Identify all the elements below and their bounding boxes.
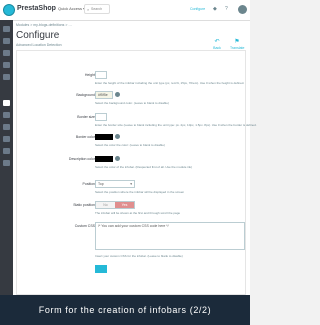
custom-css-help: Insert your custom CSS for the infobar. … xyxy=(95,254,183,258)
description-color-label: Description color xyxy=(68,157,95,161)
notifications-icon[interactable]: ◆ xyxy=(213,6,217,12)
color-picker-icon[interactable] xyxy=(115,134,120,139)
help-icon[interactable]: ? xyxy=(225,6,228,12)
description-color-help: Select the color of the infobar. (Respec… xyxy=(95,165,193,169)
border-color-swatch[interactable] xyxy=(95,134,113,140)
border-color-label: Border color xyxy=(75,135,95,139)
sidebar-item-modules[interactable] xyxy=(3,74,10,80)
brand-name: PrestaShop xyxy=(17,5,56,12)
top-link-configure[interactable]: Configure xyxy=(190,7,205,11)
back-icon: ↶ xyxy=(214,39,220,45)
avatar[interactable] xyxy=(238,5,247,14)
sidebar-item-design[interactable] xyxy=(3,100,10,106)
border-size-help: Enter the border size (Leave to blank in… xyxy=(95,123,257,127)
static-position-help: The infobar will be shown at the first a… xyxy=(95,211,181,215)
sidebar-item-stats[interactable] xyxy=(3,148,10,154)
sidebar-item-catalog[interactable] xyxy=(3,50,10,56)
border-size-label: Border size xyxy=(77,115,95,119)
position-help: Select the position where the infobar wi… xyxy=(95,190,185,194)
toggle-yes[interactable]: Yes xyxy=(115,202,134,208)
static-position-toggle[interactable]: No Yes xyxy=(95,201,135,209)
color-picker-icon[interactable] xyxy=(115,156,120,161)
back-button[interactable]: ↶ Back xyxy=(210,38,224,50)
page-title: Configure xyxy=(16,30,60,41)
description-color-swatch[interactable] xyxy=(95,156,113,162)
quick-access-menu[interactable]: Quick Access ▾ xyxy=(58,6,85,11)
border-color-help: Select the color the color: (Leave to bl… xyxy=(95,143,165,147)
prestashop-logo[interactable] xyxy=(3,4,15,16)
search-icon: ⌕ xyxy=(87,7,90,12)
sidebar-item-payment[interactable] xyxy=(3,124,10,130)
sidebar-item-dashboard[interactable] xyxy=(3,26,10,32)
custom-css-label: Custom CSS xyxy=(74,224,95,228)
sidebar-item-customers[interactable] xyxy=(3,62,10,68)
static-position-label: Static position xyxy=(73,203,95,207)
sidebar-item-orders[interactable] xyxy=(3,38,10,44)
position-label: Position xyxy=(82,182,95,186)
color-picker-icon[interactable] xyxy=(115,92,120,97)
translate-button[interactable]: ⚑ Translate xyxy=(230,38,244,50)
toggle-no[interactable]: No xyxy=(96,202,115,208)
border-size-field[interactable] xyxy=(95,113,107,121)
chevron-down-icon: ▾ xyxy=(130,182,132,186)
height-help: Enter the height of the infobar includin… xyxy=(95,81,245,85)
caption-banner: Form for the creation of infobars (2/2) xyxy=(0,295,250,325)
background-field[interactable]: #f5f5e xyxy=(95,91,113,99)
flag-icon: ⚑ xyxy=(234,39,240,45)
breadcrumb[interactable]: Modules > my-blogs-definitions > … xyxy=(16,23,72,27)
sidebar xyxy=(0,20,13,325)
top-bar: PrestaShop Quick Access ▾ ⌕ Search Confi… xyxy=(0,0,250,21)
caption-text: Form for the creation of infobars (2/2) xyxy=(38,305,212,315)
sidebar-item-international[interactable] xyxy=(3,136,10,142)
app-window: PrestaShop Quick Access ▾ ⌕ Search Confi… xyxy=(0,0,257,325)
height-label: Height xyxy=(84,73,95,77)
background-help: Select the background color. (Leave to b… xyxy=(95,101,169,105)
save-button[interactable] xyxy=(95,265,107,273)
form-panel: Height Enter the height of the infobar i… xyxy=(16,50,257,295)
background-label: Background xyxy=(76,93,95,97)
search-input[interactable]: ⌕ Search xyxy=(84,4,110,14)
sidebar-item-settings[interactable] xyxy=(3,160,10,166)
position-select[interactable]: Top ▾ xyxy=(95,180,135,188)
page-subtitle: Advanced Location Detection xyxy=(16,43,62,47)
sidebar-item-shipping[interactable] xyxy=(3,112,10,118)
custom-css-textarea[interactable]: /* You can add your custom CSS code here… xyxy=(95,222,245,250)
height-field[interactable] xyxy=(95,71,107,79)
